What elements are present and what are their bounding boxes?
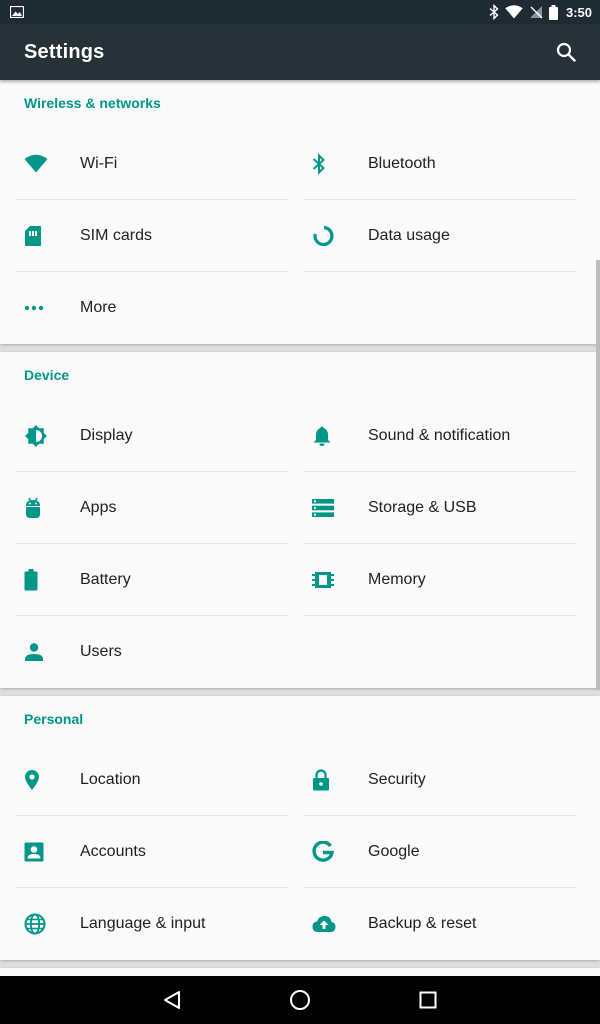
memory-chip-icon — [304, 568, 344, 592]
more-dots-icon — [16, 296, 56, 320]
settings-item-label: Storage & USB — [368, 498, 477, 516]
bluetooth-status-icon — [489, 4, 499, 20]
section-wireless-networks: Wireless & networks Wi-Fi Bluetooth SIM … — [0, 80, 600, 344]
home-button[interactable] — [280, 980, 320, 1020]
settings-item-location[interactable]: Location — [16, 744, 288, 816]
settings-item-label: Language & input — [80, 915, 206, 932]
battery-status-icon — [548, 4, 558, 20]
settings-item-battery[interactable]: Battery — [16, 544, 288, 616]
back-icon — [164, 991, 180, 1009]
settings-item-more[interactable]: More — [16, 272, 288, 344]
lock-icon — [304, 768, 344, 792]
settings-item-display[interactable]: Display — [16, 400, 288, 472]
settings-item-wifi[interactable]: Wi-Fi — [16, 128, 288, 200]
settings-item-label: Battery — [80, 570, 131, 588]
scrollbar-thumb[interactable] — [596, 260, 600, 690]
settings-item-label: Security — [368, 770, 426, 788]
settings-item-label: Display — [80, 426, 133, 444]
back-button[interactable] — [152, 980, 192, 1020]
settings-item-storage-usb[interactable]: Storage & USB — [304, 472, 576, 544]
status-right: 3:50 — [489, 4, 592, 20]
settings-item-language-input[interactable]: Language & input — [16, 888, 288, 960]
settings-item-label: Location — [80, 770, 141, 788]
cloud-upload-icon — [304, 912, 344, 936]
section-device: Device Display Sound & notification Apps… — [0, 352, 600, 688]
bell-icon — [304, 424, 344, 448]
page-title: Settings — [24, 40, 105, 63]
settings-item-data-usage[interactable]: Data usage — [304, 200, 576, 272]
image-notification-icon — [10, 6, 24, 18]
sim-card-icon — [16, 224, 56, 248]
settings-item-label: Accounts — [80, 842, 146, 860]
settings-item-label: Sound & notification — [368, 426, 511, 444]
settings-item-sound-notification[interactable]: Sound & notification — [304, 400, 576, 472]
home-icon — [290, 990, 310, 1010]
data-usage-icon — [304, 224, 344, 248]
section-title: Personal — [24, 711, 84, 727]
settings-list[interactable]: Wireless & networks Wi-Fi Bluetooth SIM … — [0, 80, 600, 976]
settings-item-label: Wi-Fi — [80, 154, 118, 172]
no-signal-icon — [529, 5, 543, 19]
settings-item-label: Apps — [80, 498, 117, 516]
location-pin-icon — [16, 768, 56, 792]
settings-item-sim-cards[interactable]: SIM cards — [16, 200, 288, 272]
status-time: 3:50 — [565, 4, 592, 20]
settings-item-apps[interactable]: Apps — [16, 472, 288, 544]
bluetooth-icon — [304, 152, 344, 176]
settings-item-label: Google — [368, 842, 420, 860]
search-button[interactable] — [554, 40, 578, 64]
section-personal: Personal Location Security Accounts Goog… — [0, 696, 600, 960]
settings-item-accounts[interactable]: Accounts — [16, 816, 288, 888]
settings-item-label: Data usage — [368, 226, 450, 244]
settings-item-label: Bluetooth — [368, 154, 436, 172]
storage-icon — [304, 496, 344, 520]
section-next-partial — [0, 968, 600, 976]
android-icon — [16, 496, 56, 520]
settings-item-security[interactable]: Security — [304, 744, 576, 816]
recents-button[interactable] — [408, 980, 448, 1020]
navigation-bar — [0, 976, 600, 1024]
settings-item-label: More — [80, 299, 117, 316]
status-bar: 3:50 — [0, 0, 600, 24]
battery-icon — [16, 568, 56, 592]
brightness-icon — [16, 424, 56, 448]
section-title: Wireless & networks — [24, 95, 161, 111]
settings-item-label: Memory — [368, 570, 426, 588]
settings-item-label: Backup & reset — [368, 915, 477, 932]
google-icon — [304, 840, 344, 864]
settings-item-google[interactable]: Google — [304, 816, 576, 888]
account-box-icon — [16, 840, 56, 864]
settings-item-backup-reset[interactable]: Backup & reset — [304, 888, 576, 960]
settings-item-bluetooth[interactable]: Bluetooth — [304, 128, 576, 200]
settings-item-label: SIM cards — [80, 226, 153, 244]
status-left — [10, 6, 24, 18]
section-title: Device — [24, 367, 70, 383]
settings-item-memory[interactable]: Memory — [304, 544, 576, 616]
wifi-status-icon — [505, 5, 523, 19]
recents-icon — [419, 991, 437, 1009]
wifi-icon — [16, 152, 56, 176]
search-icon — [556, 42, 576, 62]
globe-icon — [16, 912, 56, 936]
app-bar: Settings — [0, 24, 600, 80]
settings-item-users[interactable]: Users — [16, 616, 288, 688]
settings-item-label: Users — [80, 643, 122, 660]
person-icon — [16, 640, 56, 664]
